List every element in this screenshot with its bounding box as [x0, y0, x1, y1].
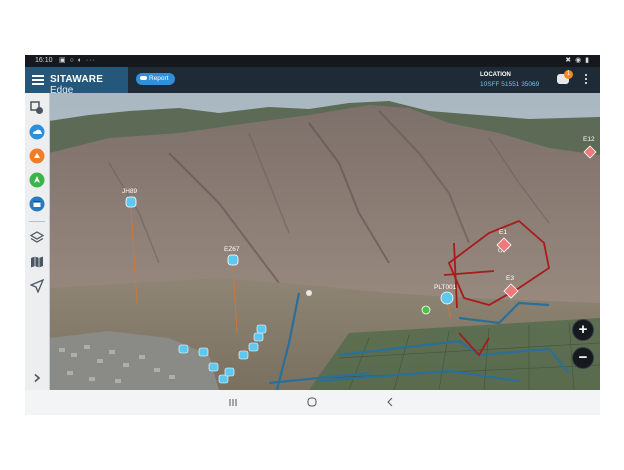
- orange-action-icon[interactable]: [28, 147, 46, 165]
- overflow-menu-icon[interactable]: [585, 74, 589, 86]
- location-label: LOCATION: [480, 72, 511, 78]
- calendar-icon[interactable]: [28, 195, 46, 213]
- back-icon[interactable]: [382, 395, 398, 409]
- status-bar: 16:10 ▣ ○ ◐ ··· ✖ ◉ ▮: [25, 55, 600, 67]
- status-time: 16:10: [35, 57, 53, 64]
- status-system-icons: ✖ ◉ ▮: [565, 57, 590, 64]
- marker-e1-label: E1: [499, 229, 507, 236]
- hamburger-menu-icon[interactable]: [32, 73, 44, 87]
- layers-stack-icon[interactable]: [28, 99, 46, 117]
- left-toolbar: [25, 93, 50, 390]
- terrain-map: OBJ JH89 EZ67 PLT001 E12: [49, 93, 600, 390]
- chevron-right-icon[interactable]: [28, 369, 46, 387]
- locate-icon[interactable]: [28, 277, 46, 295]
- marker-e3-label: E3: [506, 275, 514, 282]
- chat-badge: 1: [564, 70, 573, 79]
- location-value: 10SFF 51551 35069: [480, 81, 540, 88]
- tablet-screen: 16:10 ▣ ○ ◐ ··· ✖ ◉ ▮ SITAWARE Edge Repo…: [25, 55, 600, 415]
- marker-e12-label: E12: [583, 136, 595, 143]
- map-view[interactable]: OBJ JH89 EZ67 PLT001 E12: [49, 93, 600, 390]
- marker-jh89-label: JH89: [122, 188, 138, 195]
- recents-icon[interactable]: [225, 395, 241, 409]
- system-nav-bar: [25, 390, 600, 415]
- app-title-main: SITAWARE: [50, 74, 104, 85]
- brand-box: SITAWARE Edge: [25, 67, 128, 96]
- green-navigation-icon[interactable]: [28, 171, 46, 189]
- map-icon[interactable]: [28, 253, 46, 271]
- app-bar: SITAWARE Edge Report LOCATION 10SFF 5155…: [25, 67, 600, 96]
- structure-marker: [306, 290, 312, 296]
- report-button-label: Report: [149, 75, 169, 82]
- cloud-icon[interactable]: [28, 123, 46, 141]
- home-icon[interactable]: [304, 395, 320, 409]
- layers-icon[interactable]: [28, 229, 46, 247]
- marker-ez67-label: EZ67: [224, 246, 240, 253]
- status-notification-icons: ▣ ○ ◐ ···: [59, 57, 96, 64]
- report-button[interactable]: Report: [136, 73, 175, 85]
- waypoint-green[interactable]: [421, 305, 431, 315]
- zoom-in-button[interactable]: +: [572, 319, 594, 341]
- cloud-icon: [140, 76, 147, 81]
- marker-plt001-label: PLT001: [434, 284, 457, 291]
- toolbar-divider: [29, 221, 45, 222]
- zoom-out-button[interactable]: −: [572, 347, 594, 369]
